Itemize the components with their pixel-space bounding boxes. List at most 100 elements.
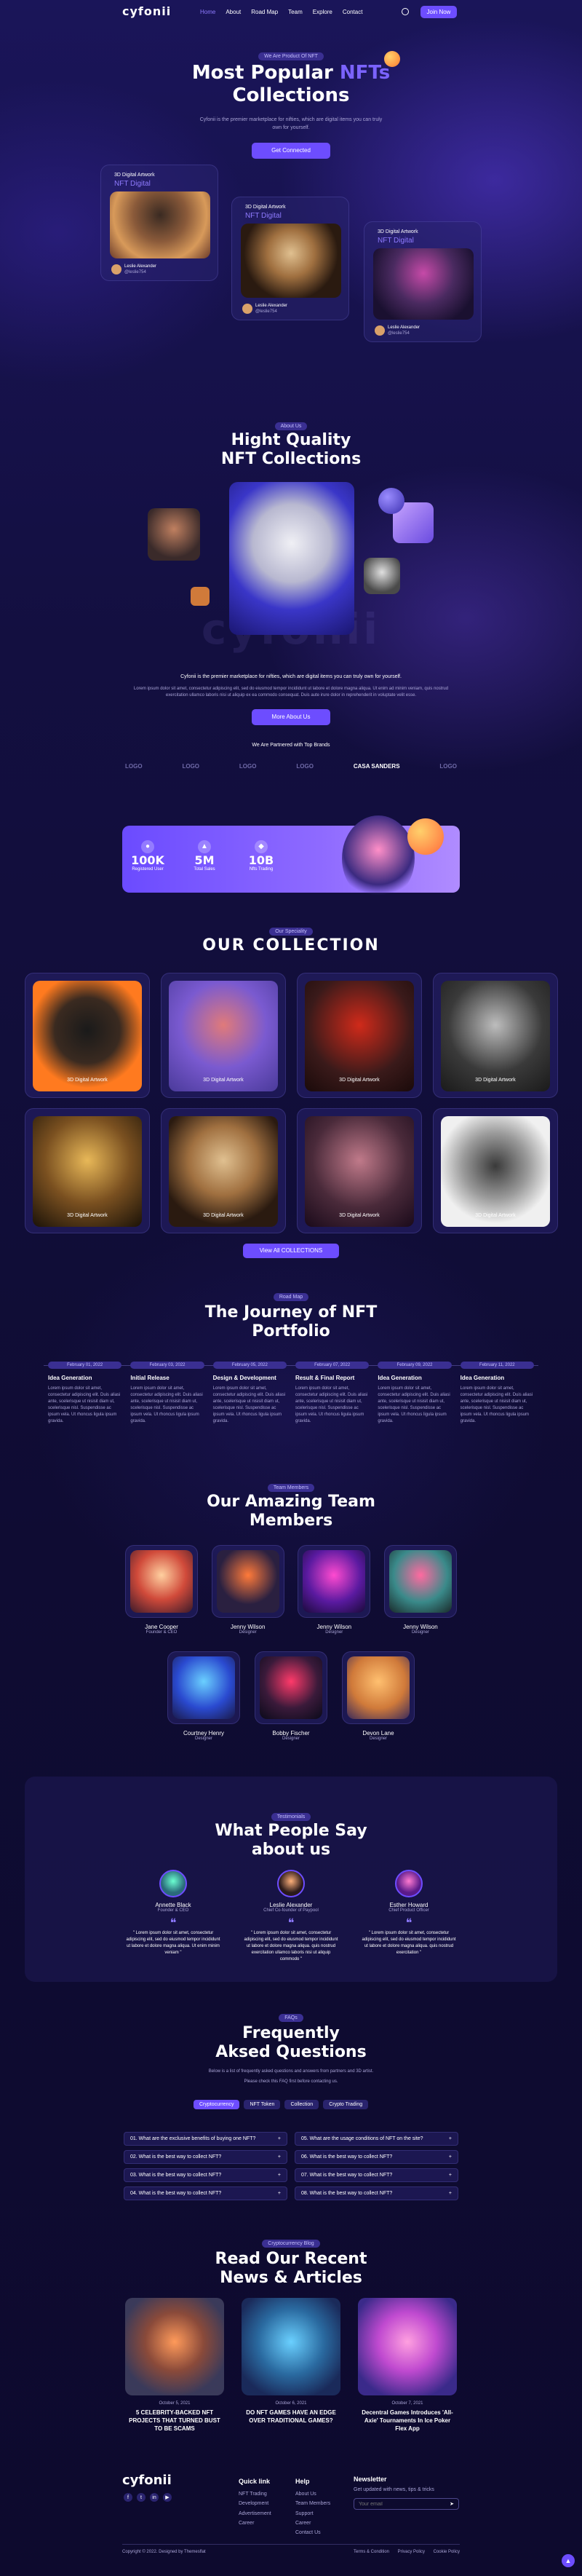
faq-item[interactable]: 06. What is the best way to collect NFT?… (295, 2150, 458, 2164)
email-input[interactable] (359, 2501, 450, 2507)
avatar (395, 1870, 423, 1897)
about-pill-wrap: About Us (0, 418, 582, 431)
footer-link[interactable]: NFT Trading (239, 2489, 271, 2499)
faq-title-line1: Frequently (242, 2024, 340, 2042)
team-member[interactable]: Jenny Wilson Designer (211, 1545, 284, 1635)
legal-link[interactable]: Cookie Policy (434, 2550, 460, 2554)
footer-link[interactable]: Career (239, 2518, 271, 2528)
avatar (277, 1870, 305, 1897)
footer-link[interactable]: Career (295, 2518, 330, 2528)
nav-link-explore[interactable]: Explore (313, 9, 332, 15)
partner-logo: LOGO (439, 763, 457, 770)
faq-item[interactable]: 04. What is the best way to collect NFT?… (124, 2186, 287, 2200)
team-member[interactable]: Devon Lane Designer (342, 1651, 415, 1741)
faq-item[interactable]: 08. What is the best way to collect NFT?… (295, 2186, 458, 2200)
collection-card[interactable]: 3D Digital Artwork (433, 1108, 558, 1233)
faq-pill-wrap: FAQs (0, 2010, 582, 2023)
legal-link[interactable]: Terms & Condition (354, 2550, 389, 2554)
blog-title: Read Our Recent News & Articles (0, 2250, 582, 2288)
faq-tab[interactable]: Cryptocurrency (194, 2100, 240, 2109)
card-title: NFT Digital (378, 237, 414, 245)
footer-link[interactable]: Contact Us (295, 2528, 330, 2537)
blog-post[interactable]: October 5, 2021 5 CELEBRITY-BACKED NFT P… (125, 2298, 224, 2433)
footer-link[interactable]: Advertisement (239, 2509, 271, 2518)
collection-card[interactable]: 3D Digital Artwork (25, 973, 150, 1098)
collection-card[interactable]: 3D Digital Artwork (297, 973, 422, 1098)
testimonial-card: Annette Black Founder & CEO ❝ " Lorem ip… (125, 1870, 221, 1963)
collection-card[interactable]: 3D Digital Artwork (161, 973, 286, 1098)
quote-icon: ❝ (405, 1917, 412, 1929)
card-author-name: Leslie Alexander (255, 304, 288, 308)
faq-tab[interactable]: NFT Token (244, 2100, 281, 2109)
footer-logo[interactable]: cyfonii (122, 2473, 172, 2488)
stat-value: 100K (131, 853, 164, 867)
collection-card-label: 3D Digital Artwork (67, 1213, 108, 1218)
faq-tab[interactable]: Collection (284, 2100, 319, 2109)
avatar (242, 304, 252, 314)
search-icon[interactable] (402, 8, 409, 15)
linkedin-icon[interactable]: in (150, 2493, 159, 2502)
facebook-icon[interactable]: f (124, 2493, 132, 2502)
join-button[interactable]: Join Now (420, 6, 457, 18)
team-member-name: Jenny Wilson (316, 1624, 352, 1630)
team-member[interactable]: Courtney Henry Designer (167, 1651, 240, 1741)
send-icon[interactable]: ➤ (450, 2501, 454, 2507)
footer-link[interactable]: Development (239, 2499, 271, 2508)
twitter-icon[interactable]: t (137, 2493, 146, 2502)
faq-item[interactable]: 02. What is the best way to collect NFT?… (124, 2150, 287, 2164)
roadmap-title: The Journey of NFT Portfolio (0, 1303, 582, 1342)
logo[interactable]: cyfonii (122, 4, 171, 18)
legal-link[interactable]: Privacy Policy (398, 2550, 425, 2554)
team-member[interactable]: Jane Cooper Founder & CEO (125, 1545, 198, 1635)
roadmap-title-line1: The Journey of NFT (204, 1303, 378, 1321)
nav-link-team[interactable]: Team (288, 9, 303, 15)
hero-card[interactable]: 3D Digital Artwork NFT Digital Leslie Al… (364, 221, 482, 342)
blog-post[interactable]: October 6, 2021 DO NFT GAMES HAVE AN EDG… (242, 2298, 340, 2433)
nft-image (169, 981, 278, 1091)
plus-icon: + (448, 2154, 452, 2160)
faq-item[interactable]: 07. What is the best way to collect NFT?… (295, 2168, 458, 2182)
footer-link[interactable]: Team Members (295, 2499, 330, 2508)
team-member[interactable]: Bobby Fischer Designer (255, 1651, 327, 1741)
about-side-image (148, 508, 200, 561)
nav-link-contact[interactable]: Contact (343, 9, 363, 15)
card-author-name: Leslie Alexander (388, 325, 420, 330)
more-about-button[interactable]: More About Us (252, 709, 330, 725)
faq-item[interactable]: 03. What is the best way to collect NFT?… (124, 2168, 287, 2182)
social-links: f t in ▶ (124, 2493, 172, 2502)
card-tag: 3D Digital Artwork (245, 205, 286, 210)
youtube-icon[interactable]: ▶ (163, 2493, 172, 2502)
footer-quick-title: Quick link (239, 2478, 271, 2485)
hero-card[interactable]: 3D Digital Artwork NFT Digital Leslie Al… (100, 165, 218, 281)
footer-link[interactable]: About Us (295, 2489, 330, 2499)
team-member-name: Jenny Wilson (403, 1624, 438, 1630)
back-to-top-button[interactable]: ▲ (562, 2554, 575, 2567)
faq-tab[interactable]: Crypto Trading (323, 2100, 369, 2109)
footer-link[interactable]: Support (295, 2509, 330, 2518)
collection-card[interactable]: 3D Digital Artwork (25, 1108, 150, 1233)
view-all-collections-button[interactable]: View All COLLECTIONS (243, 1244, 339, 1258)
collection-card[interactable]: 3D Digital Artwork (297, 1108, 422, 1233)
nav-link-roadmap[interactable]: Road Map (251, 9, 278, 15)
roadmap-step: February 11, 2022 Idea Generation Lorem … (460, 1362, 534, 1425)
nav-link-about[interactable]: About (226, 9, 241, 15)
faq-item[interactable]: 01. What are the exclusive benefits of b… (124, 2132, 287, 2146)
get-connected-button[interactable]: Get Connected (252, 143, 330, 159)
blog-post[interactable]: October 7, 2021 Decentral Games Introduc… (358, 2298, 457, 2433)
testimonials-title-line2: about us (251, 1841, 331, 1860)
collection-card[interactable]: 3D Digital Artwork (161, 1108, 286, 1233)
plus-icon: + (277, 2191, 281, 2196)
hero-card[interactable]: 3D Digital Artwork NFT Digital Leslie Al… (231, 197, 349, 320)
roadmap-step-text: Lorem ipsum dolor sit amet, consectetur … (130, 1386, 203, 1423)
team-member[interactable]: Jenny Wilson Designer (383, 1545, 457, 1635)
team-member[interactable]: Jenny Wilson Designer (298, 1545, 371, 1635)
card-author-name: Leslie Alexander (124, 264, 157, 269)
collection-card[interactable]: 3D Digital Artwork (433, 973, 558, 1098)
roadmap-step: February 07, 2022 Result & Final Report … (295, 1362, 370, 1425)
faq-pill: FAQs (279, 2014, 303, 2022)
team-title-line1: Our Amazing Team (207, 1493, 375, 1511)
testimonials-row: Annette Black Founder & CEO ❝ " Lorem ip… (125, 1870, 457, 1963)
team-member-name: Devon Lane (362, 1730, 394, 1737)
faq-item[interactable]: 05. What are the usage conditions of NFT… (295, 2132, 458, 2146)
nav-link-home[interactable]: Home (200, 9, 215, 15)
